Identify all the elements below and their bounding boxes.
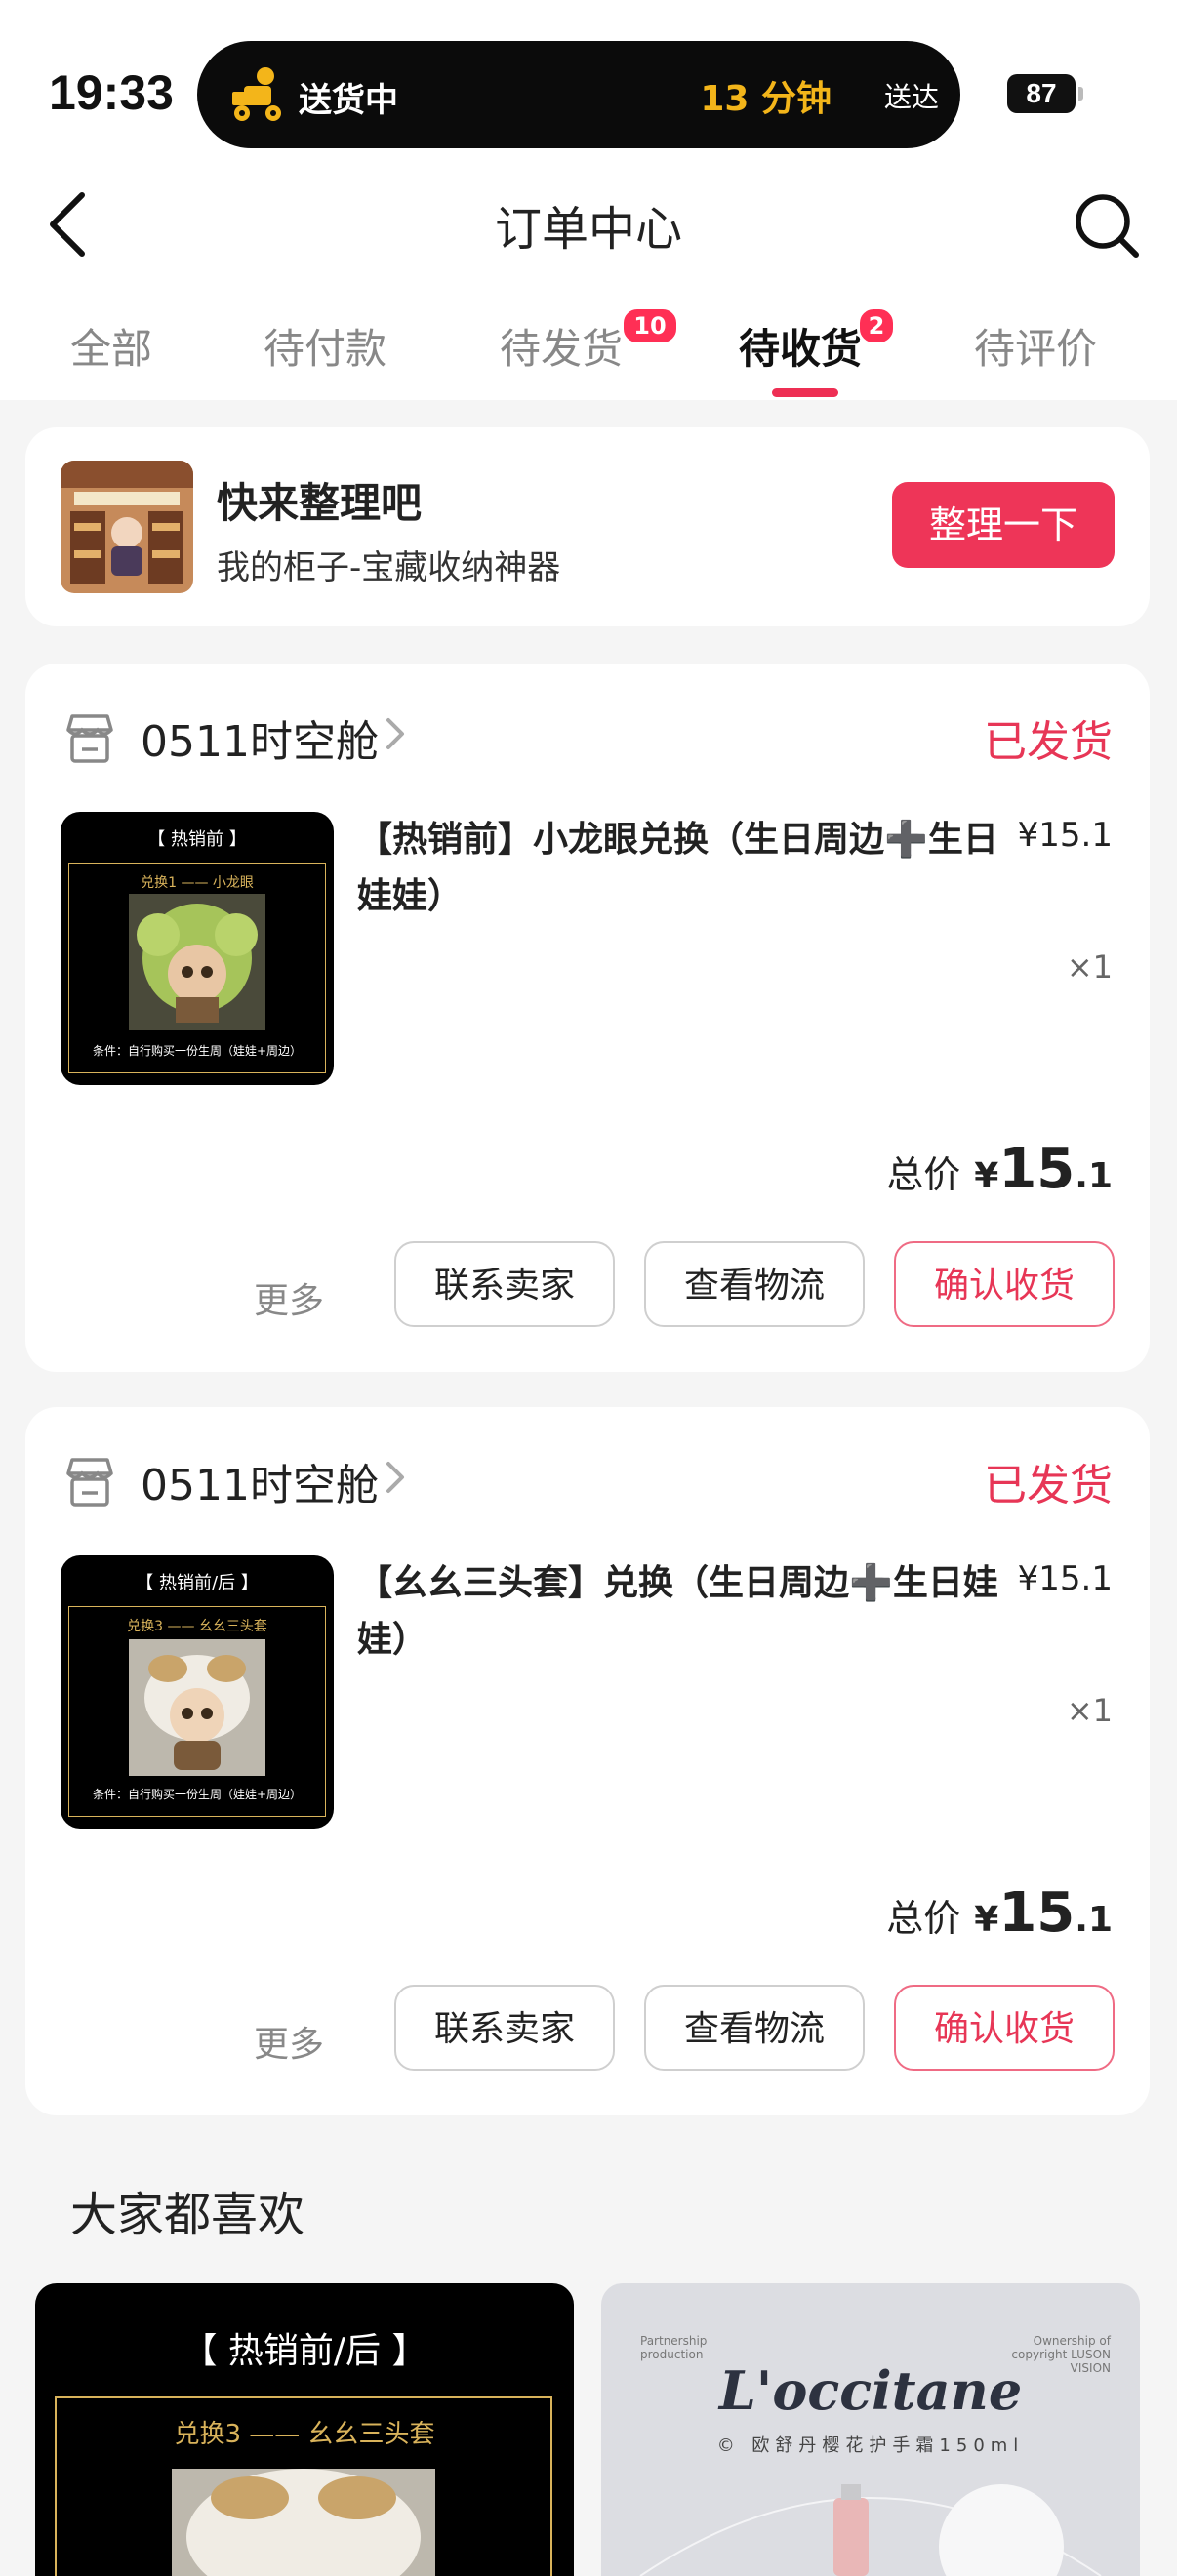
recommend-item-line: 兑换3 —— 幺幺三头套 bbox=[174, 2420, 435, 2449]
delivery-status-text: 送货中 bbox=[299, 81, 398, 120]
delivery-live-activity[interactable]: 送货中 13 分钟 送达 bbox=[197, 41, 960, 148]
search-icon[interactable] bbox=[1072, 190, 1142, 261]
total-label: 总价 bbox=[886, 1153, 961, 1196]
chevron-right-icon[interactable] bbox=[381, 712, 410, 755]
store-icon bbox=[66, 1458, 113, 1507]
more-button[interactable]: 更多 bbox=[254, 2016, 324, 2067]
confirm-receipt-button[interactable]: 确认收货 bbox=[894, 1985, 1115, 2071]
tab-pending-payment[interactable]: 待付款 bbox=[264, 316, 386, 376]
recommend-section-title: 大家都喜欢 bbox=[70, 2188, 305, 2242]
total-integer: 15 bbox=[998, 1138, 1076, 1201]
pending-shipment-badge: 10 bbox=[621, 306, 679, 345]
tab-pending-shipment[interactable]: 待发货 bbox=[500, 316, 623, 376]
hand-cream-product-image bbox=[639, 2484, 1102, 2576]
contact-seller-button[interactable]: 联系卖家 bbox=[394, 1985, 615, 2071]
total-decimal: .1 bbox=[1075, 1156, 1113, 1196]
shop-name[interactable]: 0511时空舱 bbox=[141, 706, 379, 769]
recommend-brand: L'occitane bbox=[718, 2359, 1023, 2422]
plush-doll-image bbox=[129, 894, 265, 1030]
chevron-right-icon[interactable] bbox=[381, 1456, 410, 1499]
battery-cap bbox=[1078, 87, 1083, 101]
tab-all[interactable]: 全部 bbox=[70, 316, 152, 376]
plush-doll-image bbox=[129, 1639, 265, 1776]
product-image-footer: 条件：自行购买一份生周（娃娃+周边） bbox=[92, 1788, 303, 1801]
total-label: 总价 bbox=[886, 1897, 961, 1940]
eta-minutes: 13 分钟 bbox=[700, 79, 832, 119]
active-tab-indicator bbox=[772, 388, 838, 397]
cabinet-illustration-icon bbox=[61, 461, 193, 593]
product-image-header: 【 热销前/后 】 bbox=[136, 1573, 259, 1593]
order-status: 已发货 bbox=[984, 717, 1113, 767]
order-card: 0511时空舱 已发货 【 热销前 】 兑换1 —— 小龙眼 条件：自行购买一份… bbox=[25, 664, 1150, 1372]
unit-price: ¥15.1 bbox=[1017, 1559, 1113, 1598]
recommend-item[interactable]: 【 热销前/后 】 兑换3 —— 幺幺三头套 bbox=[35, 2283, 574, 2576]
recommend-item[interactable]: Partnership production Ownership of copy… bbox=[601, 2283, 1140, 2576]
more-button[interactable]: 更多 bbox=[254, 1272, 324, 1323]
product-title[interactable]: 【热销前】小龙眼兑换（生日周边➕生日娃娃） bbox=[357, 812, 1001, 925]
delivery-rider-icon bbox=[232, 67, 281, 121]
order-total: 总价 ¥15.1 bbox=[886, 1881, 1113, 1945]
cabinet-thumbnail bbox=[61, 461, 193, 593]
tidy-up-button[interactable]: 整理一下 bbox=[892, 482, 1115, 568]
total-integer: 15 bbox=[998, 1881, 1076, 1945]
product-image-header: 【 热销前 】 bbox=[147, 829, 247, 850]
page-title: 订单中心 bbox=[494, 202, 682, 257]
quantity: ×1 bbox=[1066, 948, 1113, 986]
product-image-line: 兑换3 —— 幺幺三头套 bbox=[127, 1619, 267, 1634]
recommend-corner-left: Partnership production bbox=[640, 2334, 708, 2361]
total-currency: ¥ bbox=[974, 1900, 999, 1940]
promo-title: 快来整理吧 bbox=[217, 479, 423, 527]
battery-indicator: 87 bbox=[1007, 74, 1076, 113]
contact-seller-button[interactable]: 联系卖家 bbox=[394, 1241, 615, 1327]
order-card: 0511时空舱 已发货 【 热销前/后 】 兑换3 —— 幺幺三头套 条件：自行… bbox=[25, 1407, 1150, 2115]
product-image[interactable]: 【 热销前 】 兑换1 —— 小龙眼 条件：自行购买一份生周（娃娃+周边） bbox=[61, 812, 334, 1085]
tab-pending-receipt[interactable]: 待收货 bbox=[739, 316, 862, 376]
order-status: 已发货 bbox=[984, 1461, 1113, 1510]
plush-doll-image bbox=[172, 2469, 435, 2576]
store-icon bbox=[66, 714, 113, 763]
recommend-item-header: 【 热销前/后 】 bbox=[182, 2331, 427, 2371]
unit-price: ¥15.1 bbox=[1017, 816, 1113, 855]
total-decimal: .1 bbox=[1075, 1900, 1113, 1940]
total-currency: ¥ bbox=[974, 1156, 999, 1196]
product-title[interactable]: 【幺幺三头套】兑换（生日周边➕生日娃娃） bbox=[357, 1555, 1001, 1669]
product-image-footer: 条件：自行购买一份生周（娃娃+周边） bbox=[92, 1044, 303, 1058]
product-image-line: 兑换1 —— 小龙眼 bbox=[141, 875, 254, 891]
order-total: 总价 ¥15.1 bbox=[886, 1138, 1113, 1201]
pending-receipt-badge: 2 bbox=[857, 306, 896, 345]
quantity: ×1 bbox=[1066, 1692, 1113, 1729]
shop-name[interactable]: 0511时空舱 bbox=[141, 1450, 379, 1512]
confirm-receipt-button[interactable]: 确认收货 bbox=[894, 1241, 1115, 1327]
promo-card[interactable]: 快来整理吧 我的柜子-宝藏收纳神器 整理一下 bbox=[25, 427, 1150, 626]
view-logistics-button[interactable]: 查看物流 bbox=[644, 1241, 865, 1327]
eta-suffix: 送达 bbox=[883, 81, 939, 113]
product-image[interactable]: 【 热销前/后 】 兑换3 —— 幺幺三头套 条件：自行购买一份生周（娃娃+周边… bbox=[61, 1555, 334, 1829]
tab-pending-review[interactable]: 待评价 bbox=[974, 316, 1097, 376]
status-time: 19:33 bbox=[49, 65, 174, 120]
view-logistics-button[interactable]: 查看物流 bbox=[644, 1985, 865, 2071]
promo-subtitle: 我的柜子-宝藏收纳神器 bbox=[217, 548, 561, 587]
